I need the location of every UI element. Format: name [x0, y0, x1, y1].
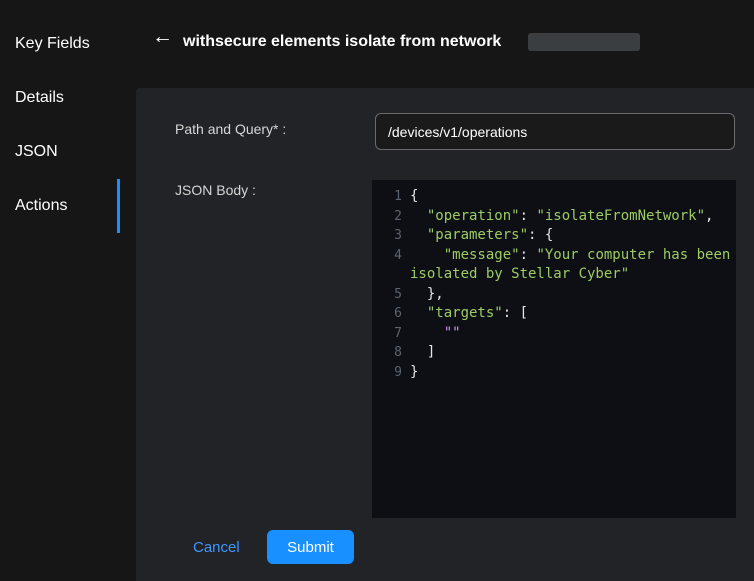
- submit-button[interactable]: Submit: [267, 530, 354, 564]
- code-row: 2 "operation": "isolateFromNetwork",: [372, 207, 730, 227]
- sidebar-item-details[interactable]: Details: [0, 71, 120, 125]
- page-title: withsecure elements isolate from network: [183, 33, 501, 51]
- code-line: ]: [410, 343, 435, 363]
- sidebar-item-json[interactable]: JSON: [0, 125, 120, 179]
- sidebar-item-key-fields[interactable]: Key Fields: [0, 17, 120, 71]
- line-number: 3: [372, 226, 410, 246]
- line-number: 6: [372, 304, 410, 324]
- code-row: isolated by Stellar Cyber": [372, 265, 730, 285]
- sidebar-item-actions[interactable]: Actions: [0, 179, 120, 233]
- line-number: 4: [372, 246, 410, 266]
- redacted-chip: [528, 33, 640, 51]
- line-number: [372, 265, 410, 285]
- arrow-left-icon: ←: [152, 25, 173, 48]
- code-line: "": [410, 324, 461, 344]
- header: ← withsecure elements isolate from netwo…: [136, 0, 754, 88]
- code-row: 4 "message": "Your computer has been: [372, 246, 730, 266]
- code-line: "message": "Your computer has been: [410, 246, 730, 266]
- back-button[interactable]: ←: [152, 26, 173, 47]
- code-row: 7 "": [372, 324, 730, 344]
- code-line: "parameters": {: [410, 226, 553, 246]
- sidebar: Key FieldsDetailsJSONActions: [0, 0, 120, 581]
- line-number: 8: [372, 343, 410, 363]
- code-line: isolated by Stellar Cyber": [410, 265, 629, 285]
- code-row: 1{: [372, 187, 730, 207]
- json-body-label: JSON Body :: [175, 182, 256, 198]
- code-row: 9}: [372, 363, 730, 383]
- content-panel: Path and Query* : JSON Body : 1{2 "opera…: [136, 88, 754, 581]
- line-number: 5: [372, 285, 410, 305]
- line-number: 1: [372, 187, 410, 207]
- path-query-input[interactable]: [375, 113, 735, 150]
- path-query-label: Path and Query* :: [175, 121, 286, 137]
- cancel-button[interactable]: Cancel: [193, 539, 240, 556]
- code-row: 8 ]: [372, 343, 730, 363]
- code-line: "operation": "isolateFromNetwork",: [410, 207, 713, 227]
- code-line: {: [410, 187, 418, 207]
- line-number: 9: [372, 363, 410, 383]
- json-editor[interactable]: 1{2 "operation": "isolateFromNetwork",3 …: [372, 180, 736, 518]
- line-number: 7: [372, 324, 410, 344]
- app-root: Key FieldsDetailsJSONActions ← withsecur…: [0, 0, 754, 581]
- code-line: }: [410, 363, 418, 383]
- line-number: 2: [372, 207, 410, 227]
- code-line: },: [410, 285, 444, 305]
- code-line: "targets": [: [410, 304, 528, 324]
- code-row: 6 "targets": [: [372, 304, 730, 324]
- code-row: 3 "parameters": {: [372, 226, 730, 246]
- code-row: 5 },: [372, 285, 730, 305]
